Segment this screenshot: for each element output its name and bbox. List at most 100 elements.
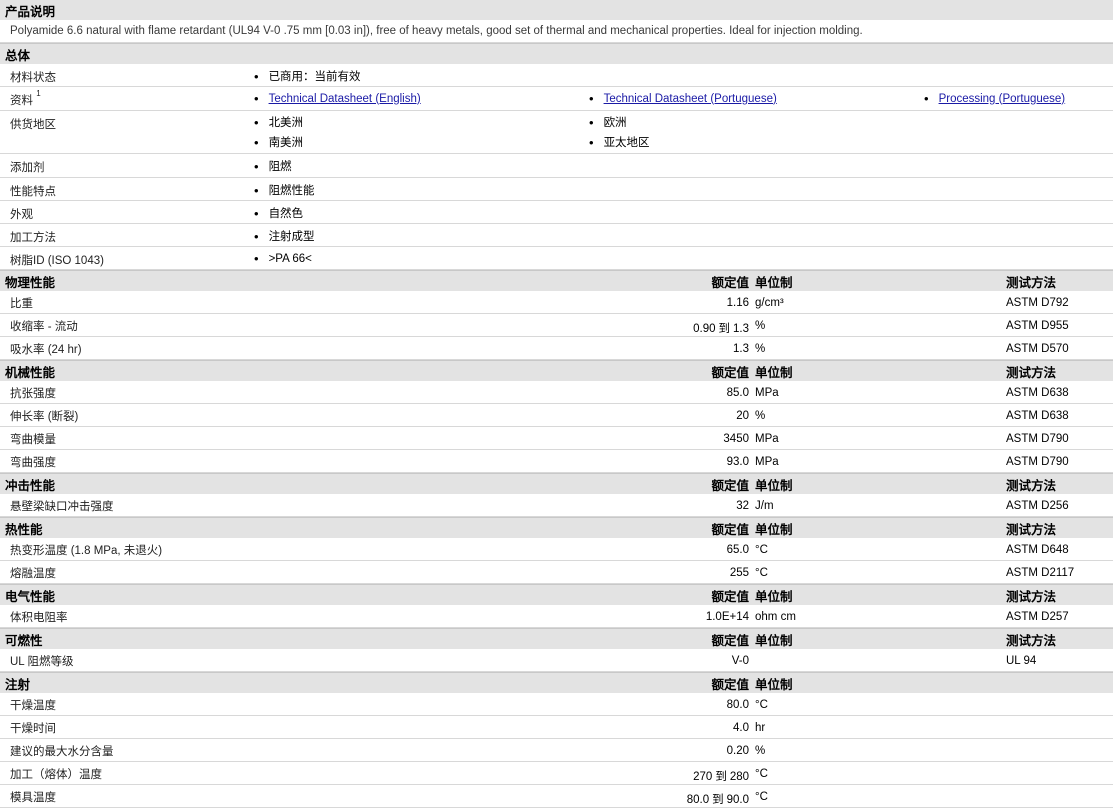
row-additive: 添加剂 阻燃 — [0, 154, 1113, 178]
property-row: 收缩率 - 流动 0.90 到 1.3% ASTM D955 — [0, 314, 1113, 337]
section-header: 物理性能 额定值 单位制 测试方法 — [0, 270, 1113, 291]
property-label: 热变形温度 (1.8 MPa, 未退火) — [10, 545, 163, 557]
datasheet: 产品说明 Polyamide 6.6 natural with flame re… — [0, 0, 1113, 808]
section-header-product-desc: 产品说明 — [0, 0, 1113, 20]
unit: MPa — [755, 433, 779, 445]
unit: hr — [755, 722, 766, 734]
col-header-test: 测试方法 — [1006, 522, 1057, 537]
test-method: ASTM D792 — [1006, 297, 1069, 309]
region-text: 亚太地区 — [603, 137, 650, 149]
section-header: 注射 额定值 单位制 — [0, 672, 1113, 693]
unit: °C — [755, 768, 768, 780]
row-label-text: 资料 — [10, 95, 33, 107]
test-method: ASTM D257 — [1006, 611, 1069, 623]
bullet-item: 南美洲 — [254, 134, 304, 150]
row-features: 性能特点 阻燃性能 — [0, 178, 1113, 201]
section-header: 电气性能 额定值 单位制 测试方法 — [0, 584, 1113, 605]
property-row: 吸水率 (24 hr) 1.3% ASTM D570 — [0, 337, 1113, 360]
bullet-item: 北美洲 — [254, 114, 304, 130]
nominal-value: 85.0 — [726, 387, 749, 399]
section-title: 热性能 — [5, 522, 43, 537]
value-text: 阻燃 — [268, 161, 292, 173]
property-sections: 物理性能 额定值 单位制 测试方法 比重 1.16 g/cm³ ASTM D792 收缩率 - … — [0, 270, 1113, 808]
unit: MPa — [755, 387, 779, 399]
test-method: ASTM D638 — [1006, 387, 1069, 399]
unit: °C — [755, 791, 768, 803]
bullet-item: Technical Datasheet (English) — [254, 91, 421, 106]
test-method: ASTM D256 — [1006, 500, 1069, 512]
section-title: 机械性能 — [5, 365, 56, 380]
bullet-item: 阻燃性能 — [254, 182, 315, 198]
range-separator: 到 — [718, 323, 731, 335]
col-header-unit: 单位制 — [755, 275, 793, 290]
row-label: 添加剂 — [10, 162, 45, 174]
property-row: 干燥温度 80.0 °C — [0, 693, 1113, 716]
test-method: ASTM D638 — [1006, 410, 1069, 422]
col-header-unit: 单位制 — [755, 589, 793, 604]
property-label: 悬壁梁缺口冲击强度 — [10, 501, 114, 513]
property-row: 伸长率 (断裂) 20% ASTM D638 — [0, 404, 1113, 427]
section-title: 电气性能 — [5, 589, 56, 604]
property-label: 体积电阻率 — [10, 612, 68, 624]
bullet-item: 阻燃 — [254, 158, 292, 174]
value-text: >PA 66< — [268, 252, 312, 265]
unit: °C — [755, 567, 768, 579]
property-label: 收缩率 - 流动 — [10, 321, 78, 333]
property-row: 体积电阻率 1.0E+14 ohm cm ASTM D257 — [0, 605, 1113, 628]
nominal-value: 32 — [736, 500, 749, 512]
col-header-test: 测试方法 — [1006, 478, 1057, 493]
row-processing: 加工方法 注射成型 — [0, 224, 1113, 247]
test-method: ASTM D955 — [1006, 320, 1069, 332]
property-row: 弯曲模量 3450 MPa ASTM D790 — [0, 427, 1113, 450]
col-header-test: 测试方法 — [1006, 365, 1057, 380]
value-text: 注射成型 — [268, 231, 315, 243]
property-label: 伸长率 (断裂) — [10, 411, 79, 423]
col-header-nominal: 额定值 — [711, 365, 749, 380]
unit: % — [755, 745, 766, 757]
bullet-item: >PA 66< — [254, 251, 312, 266]
doc-link-portuguese[interactable]: Technical Datasheet (Portuguese) — [604, 93, 777, 105]
product-description: Polyamide 6.6 natural with flame retarda… — [0, 20, 1113, 43]
nominal-value: 80.0 到 90.0 — [687, 791, 749, 807]
value-text: 已商用：当前有效 — [268, 71, 361, 83]
bullet-item: 欧洲 — [589, 114, 627, 130]
property-label: 模具温度 — [10, 792, 56, 804]
property-label: 弯曲模量 — [10, 434, 56, 446]
property-label: 比重 — [10, 298, 33, 310]
col-header-nominal: 额定值 — [711, 677, 749, 692]
property-row: 加工（熔体）温度 270 到 280 °C — [0, 762, 1113, 785]
test-method: ASTM D570 — [1006, 343, 1069, 355]
col-header-test: 测试方法 — [1006, 633, 1057, 648]
section-header-general: 总体 — [0, 43, 1113, 64]
section-title: 总体 — [5, 48, 31, 63]
row-material-status: 材料状态 已商用：当前有效 — [0, 64, 1113, 87]
nominal-value: 65.0 — [726, 544, 749, 556]
property-row: 建议的最大水分含量 0.20% — [0, 739, 1113, 762]
property-row: 熔融温度 255 °C ASTM D2117 — [0, 561, 1113, 584]
unit: °C — [755, 544, 768, 556]
doc-link-processing[interactable]: Processing (Portuguese) — [939, 93, 1066, 105]
row-label: 外观 — [10, 209, 33, 221]
property-label: 吸水率 (24 hr) — [10, 344, 82, 356]
property-label: 干燥温度 — [10, 700, 56, 712]
col-header-nominal: 额定值 — [711, 522, 749, 537]
test-method: ASTM D648 — [1006, 544, 1069, 556]
property-label: 抗张强度 — [10, 388, 56, 400]
value-text: 阻燃性能 — [268, 185, 315, 197]
nominal-value: 4.0 — [733, 722, 749, 734]
bullet-item: 亚太地区 — [589, 134, 650, 150]
bullet-item: Processing (Portuguese) — [924, 91, 1066, 106]
col-header-nominal: 额定值 — [711, 275, 749, 290]
section-header: 机械性能 额定值 单位制 测试方法 — [0, 360, 1113, 381]
section-title: 产品说明 — [5, 4, 56, 19]
property-row: 比重 1.16 g/cm³ ASTM D792 — [0, 291, 1113, 314]
unit: g/cm³ — [755, 297, 784, 309]
doc-link-english[interactable]: Technical Datasheet (English) — [269, 93, 421, 105]
unit: ohm cm — [755, 611, 796, 623]
col-header-unit: 单位制 — [755, 633, 793, 648]
property-label: 干燥时间 — [10, 723, 56, 735]
bullet-item: 自然色 — [254, 205, 304, 221]
row-label: 资料 1 — [10, 89, 41, 108]
test-method: ASTM D790 — [1006, 456, 1069, 468]
col-header-unit: 单位制 — [755, 677, 793, 692]
